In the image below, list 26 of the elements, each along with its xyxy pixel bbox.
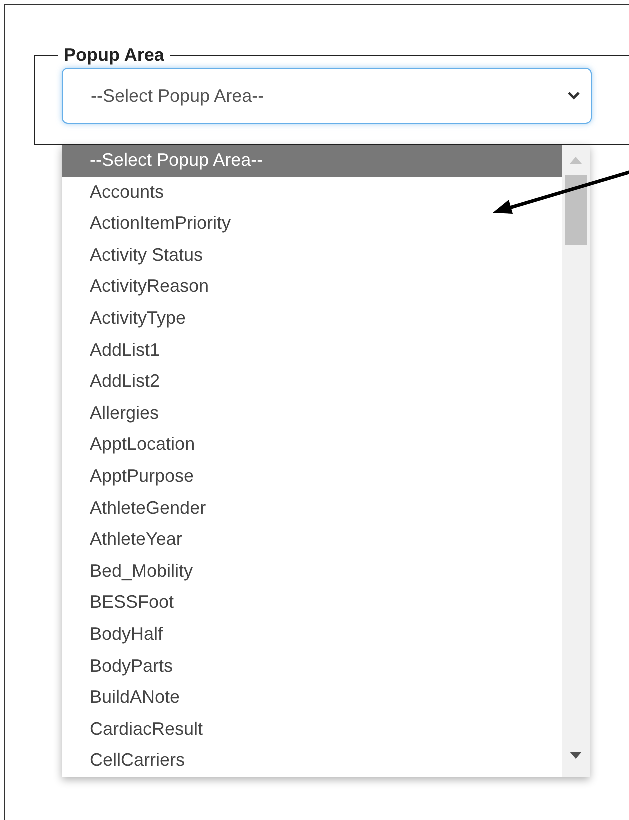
dropdown-option[interactable]: ActivityType bbox=[62, 302, 562, 335]
dropdown-option[interactable]: AthleteGender bbox=[62, 492, 562, 524]
dropdown-option[interactable]: BodyParts bbox=[62, 650, 562, 682]
dropdown-option[interactable]: ApptPurpose bbox=[62, 460, 562, 493]
scrollbar[interactable] bbox=[562, 145, 590, 777]
dropdown-option[interactable]: AthleteYear bbox=[62, 524, 562, 556]
dropdown-option[interactable]: ApptLocation bbox=[62, 429, 562, 461]
dropdown-option[interactable]: Bed_Mobility bbox=[62, 556, 562, 588]
dropdown-option[interactable]: BuildANote bbox=[62, 682, 562, 714]
dropdown-option[interactable]: BodyHalf bbox=[62, 618, 562, 650]
fieldset-legend: Popup Area bbox=[58, 45, 170, 66]
scrollbar-thumb[interactable] bbox=[565, 175, 587, 245]
dropdown-option[interactable]: Accounts bbox=[62, 176, 562, 208]
dropdown-option[interactable]: Allergies bbox=[62, 398, 562, 430]
chevron-down-icon bbox=[567, 91, 581, 101]
dropdown-option[interactable]: CardiacResult bbox=[62, 714, 562, 746]
scroll-down-icon[interactable] bbox=[570, 752, 582, 759]
dropdown-option[interactable]: AddList2 bbox=[62, 366, 562, 398]
dropdown-option[interactable]: ActivityReason bbox=[62, 271, 562, 303]
dropdown-option[interactable]: ActionItemPriority bbox=[62, 208, 562, 240]
dropdown-option[interactable]: Activity Status bbox=[62, 240, 562, 272]
dropdown-option[interactable]: CellCarriers bbox=[62, 745, 562, 777]
dropdown-option[interactable]: AddList1 bbox=[62, 334, 562, 366]
dropdown-option[interactable]: --Select Popup Area-- bbox=[62, 145, 562, 177]
dropdown-option[interactable]: BESSFoot bbox=[62, 587, 562, 619]
popup-area-select[interactable]: --Select Popup Area-- bbox=[62, 68, 592, 124]
